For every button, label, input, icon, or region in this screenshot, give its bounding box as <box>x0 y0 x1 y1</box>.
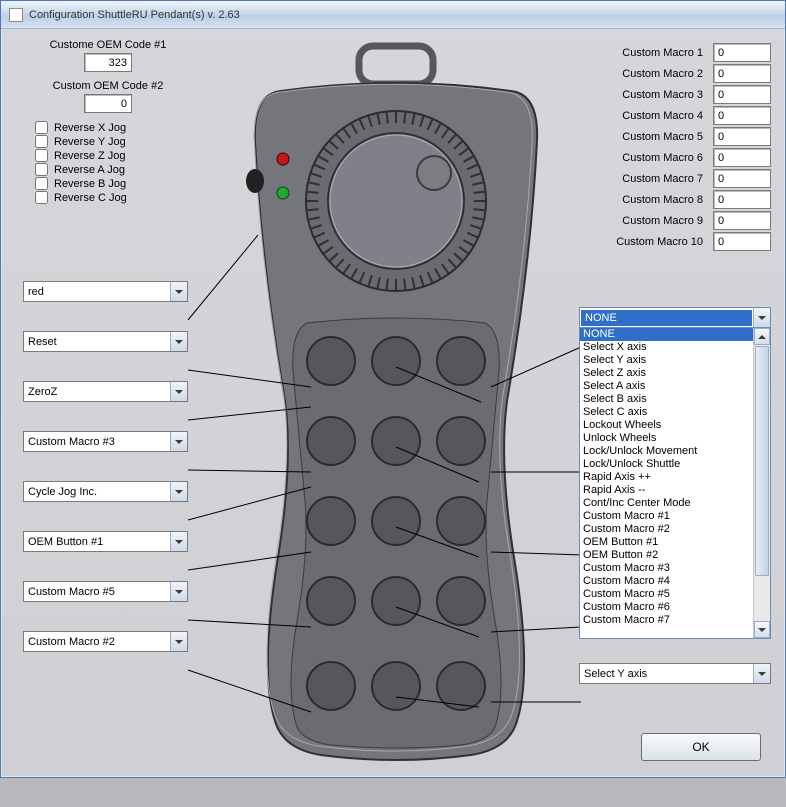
oem-code-1-input[interactable] <box>84 53 132 72</box>
reverse-z-checkbox[interactable] <box>35 149 48 162</box>
macro-8-label: Custom Macro 8 <box>603 194 713 206</box>
right-button-combo-open[interactable]: NONE <box>579 307 771 328</box>
combo-option[interactable]: Lock/Unlock Shuttle <box>580 458 753 471</box>
reverse-a-checkbox[interactable] <box>35 163 48 176</box>
reverse-b-checkbox[interactable] <box>35 177 48 190</box>
scroll-thumb[interactable] <box>755 346 769 576</box>
scroll-up-icon[interactable] <box>754 328 770 345</box>
macro-6-input[interactable] <box>713 148 771 167</box>
macro-7-input[interactable] <box>713 169 771 188</box>
oem-code-2-label: Custom OEM Code #2 <box>23 80 193 92</box>
window-title: Configuration ShuttleRU Pendant(s) v. 2.… <box>29 9 240 21</box>
combo-option[interactable]: Rapid Axis ++ <box>580 471 753 484</box>
reverse-x-checkbox[interactable] <box>35 121 48 134</box>
combo-option[interactable]: Lock/Unlock Movement <box>580 445 753 458</box>
macro-9-input[interactable] <box>713 211 771 230</box>
led-color-combo[interactable]: red <box>23 281 188 302</box>
oem-code-1-label: Custome OEM Code #1 <box>23 39 193 51</box>
combo-option[interactable]: Custom Macro #7 <box>580 614 753 627</box>
combo-selected-value: NONE <box>581 310 752 326</box>
oem-code-2-input[interactable] <box>84 94 132 113</box>
combo-options-list[interactable]: NONESelect X axisSelect Y axisSelect Z a… <box>579 327 771 639</box>
macro-1-input[interactable] <box>713 43 771 62</box>
red-led-icon <box>277 153 289 165</box>
combo-option[interactable]: Custom Macro #6 <box>580 601 753 614</box>
reverse-a-label: Reverse A Jog <box>54 164 125 176</box>
combo-option[interactable]: Select C axis <box>580 406 753 419</box>
combo-option[interactable]: Lockout Wheels <box>580 419 753 432</box>
reverse-c-checkbox[interactable] <box>35 191 48 204</box>
macro-4-input[interactable] <box>713 106 771 125</box>
window-icon <box>9 8 23 22</box>
combo-option[interactable]: Select X axis <box>580 341 753 354</box>
macro-2-input[interactable] <box>713 64 771 83</box>
button-5-combo[interactable]: OEM Button #1 <box>23 531 188 552</box>
macro-8-input[interactable] <box>713 190 771 209</box>
reverse-y-checkbox[interactable] <box>35 135 48 148</box>
chevron-down-icon <box>170 582 187 601</box>
client-area: Custome OEM Code #1 Custom OEM Code #2 R… <box>1 29 785 777</box>
reverse-x-label: Reverse X Jog <box>54 122 126 134</box>
combo-option[interactable]: Rapid Axis -- <box>580 484 753 497</box>
scrollbar[interactable] <box>753 328 770 638</box>
macro-9-label: Custom Macro 9 <box>603 215 713 227</box>
macro-6-label: Custom Macro 6 <box>603 152 713 164</box>
reverse-c-label: Reverse C Jog <box>54 192 127 204</box>
green-led-icon <box>277 187 289 199</box>
macro-1-label: Custom Macro 1 <box>603 47 713 59</box>
combo-option[interactable]: Select A axis <box>580 380 753 393</box>
button-3-combo[interactable]: Custom Macro #3 <box>23 431 188 452</box>
combo-option[interactable]: Select Z axis <box>580 367 753 380</box>
macro-3-label: Custom Macro 3 <box>603 89 713 101</box>
button-2-combo[interactable]: ZeroZ <box>23 381 188 402</box>
titlebar[interactable]: Configuration ShuttleRU Pendant(s) v. 2.… <box>1 1 785 29</box>
combo-option[interactable]: OEM Button #2 <box>580 549 753 562</box>
combo-option[interactable]: OEM Button #1 <box>580 536 753 549</box>
macro-5-label: Custom Macro 5 <box>603 131 713 143</box>
macro-7-label: Custom Macro 7 <box>603 173 713 185</box>
macro-3-input[interactable] <box>713 85 771 104</box>
configuration-window: Configuration ShuttleRU Pendant(s) v. 2.… <box>0 0 786 778</box>
macro-2-label: Custom Macro 2 <box>603 68 713 80</box>
chevron-down-icon <box>170 332 187 351</box>
chevron-down-icon <box>753 308 770 327</box>
chevron-down-icon <box>170 632 187 651</box>
chevron-down-icon <box>170 482 187 501</box>
button-1-combo[interactable]: Reset <box>23 331 188 352</box>
custom-macros-panel: Custom Macro 1 Custom Macro 2 Custom Mac… <box>591 41 771 253</box>
combo-option[interactable]: Custom Macro #4 <box>580 575 753 588</box>
right-lower-combo[interactable]: Select Y axis <box>579 663 771 684</box>
chevron-down-icon <box>170 282 187 301</box>
chevron-down-icon <box>170 532 187 551</box>
combo-option[interactable]: Custom Macro #5 <box>580 588 753 601</box>
pendant-illustration <box>211 31 581 771</box>
macro-10-input[interactable] <box>713 232 771 251</box>
chevron-down-icon <box>753 664 770 683</box>
combo-option[interactable]: Custom Macro #3 <box>580 562 753 575</box>
macro-10-label: Custom Macro 10 <box>603 236 713 248</box>
reverse-y-label: Reverse Y Jog <box>54 136 126 148</box>
ok-button[interactable]: OK <box>641 733 761 761</box>
button-6-combo[interactable]: Custom Macro #5 <box>23 581 188 602</box>
button-7-combo[interactable]: Custom Macro #2 <box>23 631 188 652</box>
scroll-down-icon[interactable] <box>754 621 770 638</box>
chevron-down-icon <box>170 382 187 401</box>
combo-option[interactable]: Unlock Wheels <box>580 432 753 445</box>
reverse-z-label: Reverse Z Jog <box>54 150 126 162</box>
macro-4-label: Custom Macro 4 <box>603 110 713 122</box>
combo-option[interactable]: Cont/Inc Center Mode <box>580 497 753 510</box>
button-4-combo[interactable]: Cycle Jog Inc. <box>23 481 188 502</box>
combo-option[interactable]: Custom Macro #2 <box>580 523 753 536</box>
combo-option[interactable]: Select Y axis <box>580 354 753 367</box>
macro-5-input[interactable] <box>713 127 771 146</box>
combo-option[interactable]: Custom Macro #1 <box>580 510 753 523</box>
side-button-icon <box>246 169 264 193</box>
reverse-b-label: Reverse B Jog <box>54 178 126 190</box>
combo-option[interactable]: NONE <box>580 328 753 341</box>
chevron-down-icon <box>170 432 187 451</box>
combo-option[interactable]: Select B axis <box>580 393 753 406</box>
